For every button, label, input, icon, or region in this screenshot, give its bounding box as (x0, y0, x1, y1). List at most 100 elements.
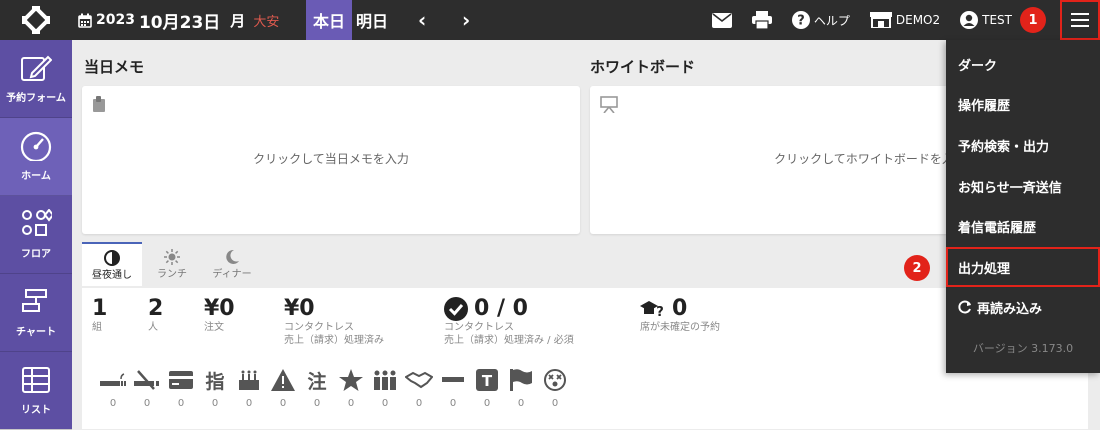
stat-label: 人 (148, 322, 158, 333)
memo-hint: クリックして当日メモを入力 (253, 152, 409, 166)
dashboard-icon (20, 131, 52, 161)
menu-item-broadcast[interactable]: お知らせ一斉送信 (946, 166, 1100, 206)
menu-item-operation-history[interactable]: 操作履歴 (946, 84, 1100, 124)
help-label: ヘルプ (813, 13, 850, 28)
today-button[interactable]: 本日 (306, 0, 352, 40)
count: 0 (245, 398, 253, 409)
memo-card[interactable]: クリックして当日メモを入力 (82, 86, 580, 234)
sidebar-item-label: チャート (16, 327, 56, 338)
check-circle-icon (444, 296, 468, 321)
sidebar-item-label: フロア (21, 249, 51, 260)
stat-value: 1 (92, 296, 108, 321)
count: 0 (415, 398, 423, 409)
prev-day-icon[interactable]: ‹ (418, 0, 426, 40)
stat-label: 注文 (204, 322, 224, 333)
tab-label: 昼夜通し (92, 269, 132, 281)
count: 0 (347, 398, 355, 409)
stat-value: ¥0 (204, 296, 235, 321)
user-label: TEST (982, 13, 1012, 27)
date-rokuyo: 大安 (253, 14, 280, 30)
hamburger-menu-button[interactable] (1060, 0, 1100, 40)
count: 0 (517, 398, 525, 409)
logo-icon (22, 6, 50, 34)
mail-icon[interactable] (711, 12, 732, 28)
memo-title: 当日メモ (84, 58, 145, 76)
stats-panel: 1 組 2 人 ¥0 注文 ¥0 コンタクトレス 売上（請求）処理済み 0 / … (82, 288, 1088, 429)
step-badge-1: 1 (1020, 7, 1046, 33)
menu-item-label: 再読み込み (977, 301, 1043, 317)
current-date: 2023 10月23日 月 大安 (78, 0, 279, 40)
finger-icon: 指 (205, 370, 225, 393)
star-icon (339, 369, 363, 391)
tab-label: ランチ (157, 268, 187, 280)
stat-sublabel: 売上（請求）処理済み / 必須 (444, 335, 574, 346)
next-day-icon[interactable]: › (462, 0, 470, 40)
dash-count: 0 (436, 368, 470, 409)
vip-count: 0 (334, 368, 368, 409)
sidebar-item-floor[interactable]: フロア (0, 196, 72, 274)
step-badge-2: 2 (904, 255, 930, 281)
count: 0 (109, 398, 117, 409)
stat-label: 組 (92, 322, 102, 333)
sidebar-item-label: 予約フォーム (6, 93, 66, 104)
stat-people: 2 人 (148, 296, 163, 334)
edit-icon (21, 55, 52, 81)
credit-card-icon (169, 371, 193, 389)
family-count: 0 (368, 368, 402, 409)
menu-item-dark[interactable]: ダーク (946, 44, 1100, 84)
hamburger-icon (1071, 13, 1089, 27)
tab-label: ディナー (212, 268, 252, 280)
warning-icon (271, 369, 295, 391)
dizzy-face-icon (544, 369, 566, 391)
stat-value: 0 / 0 (474, 296, 528, 321)
nominated-count: 指0 (198, 368, 232, 410)
print-icon[interactable] (751, 11, 772, 29)
sidebar-item-chart[interactable]: チャート (0, 274, 72, 352)
sidebar: 予約フォーム ホーム フロア チャート リスト (0, 40, 72, 430)
user-menu[interactable]: TEST (960, 11, 1012, 29)
whiteboard-icon (600, 96, 618, 113)
card-count: 0 (164, 368, 198, 409)
menu-item-reload[interactable]: 再読み込み (946, 287, 1100, 327)
birthday-count: 0 (232, 368, 266, 409)
count: 0 (279, 398, 287, 409)
count: 0 (211, 398, 219, 409)
help-link[interactable]: ? ヘルプ (791, 11, 850, 29)
dash-icon (442, 377, 464, 382)
tab-dinner[interactable]: ディナー (202, 242, 262, 286)
smoking-count: 0 (96, 368, 130, 409)
attribute-icon-row: 0 0 0 指0 0 0 注0 0 0 0 0 T0 0 0 (96, 368, 572, 409)
svg-text:?: ? (797, 14, 805, 29)
note-icon: 注 (307, 370, 327, 393)
tomorrow-button[interactable]: 明日 (356, 0, 388, 40)
sun-icon (164, 248, 180, 265)
menu-item-reservation-search[interactable]: 予約検索・出力 (946, 125, 1100, 165)
sidebar-item-reservation-form[interactable]: 予約フォーム (0, 40, 72, 118)
menu-item-call-history[interactable]: 着信電話履歴 (946, 206, 1100, 246)
half-circle-icon (104, 249, 120, 266)
no-smoking-icon (134, 370, 159, 390)
memo-icon (93, 96, 105, 112)
user-icon (960, 11, 979, 29)
refresh-icon (958, 300, 971, 314)
count: 0 (143, 398, 151, 409)
tab-lunch[interactable]: ランチ (142, 242, 202, 286)
service-period-tabs: 昼夜通し ランチ ディナー (82, 242, 262, 288)
app-logo[interactable] (0, 0, 72, 40)
svg-text:?: ? (656, 305, 664, 318)
menu-item-output-processing[interactable]: 出力処理 (946, 247, 1100, 287)
moon-icon (226, 249, 239, 264)
store-selector[interactable]: DEMO2 (869, 12, 940, 28)
smoking-icon (100, 373, 126, 386)
stat-contactless-sales: ¥0 コンタクトレス 売上（請求）処理済み (284, 296, 384, 347)
stat-sublabel: 売上（請求）処理済み (284, 335, 384, 346)
tab-all-day[interactable]: 昼夜通し (82, 242, 142, 286)
sidebar-item-home[interactable]: ホーム (0, 118, 72, 196)
flag-count: 0 (504, 368, 538, 409)
stat-groups: 1 組 (92, 296, 107, 334)
note-count: 注0 (300, 368, 334, 410)
tag-t-icon: T (476, 369, 498, 391)
sidebar-item-list[interactable]: リスト (0, 352, 72, 430)
list-icon (22, 367, 50, 393)
count: 0 (449, 398, 457, 409)
